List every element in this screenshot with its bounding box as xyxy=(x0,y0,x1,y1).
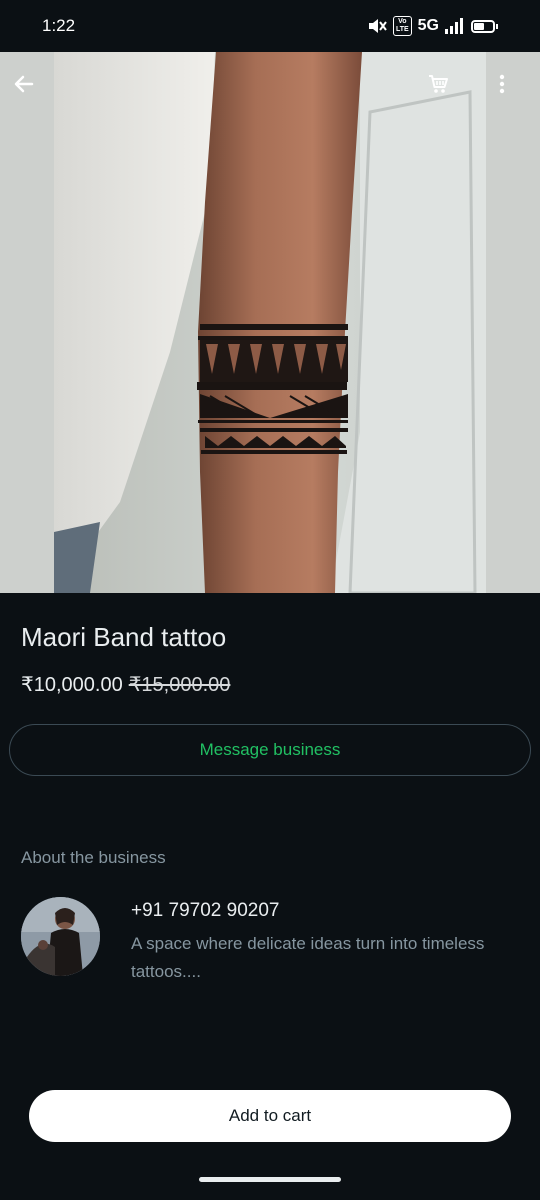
more-options-button[interactable] xyxy=(490,72,530,112)
battery-icon xyxy=(471,19,495,33)
volte-icon: Vo LTE xyxy=(392,16,412,36)
battery-tip xyxy=(496,23,498,29)
mute-icon xyxy=(368,19,387,33)
add-to-cart-button[interactable]: Add to cart xyxy=(29,1090,511,1142)
status-time: 1:22 xyxy=(42,16,76,35)
product-title: Maori Band tattoo xyxy=(21,622,227,652)
business-avatar[interactable] xyxy=(21,897,100,976)
product-image[interactable] xyxy=(0,52,540,593)
back-button[interactable] xyxy=(12,72,52,112)
cart-button[interactable] xyxy=(426,72,466,112)
more-vert-icon xyxy=(499,74,505,94)
business-phone[interactable]: +91 79702 90207 xyxy=(131,900,279,922)
current-price: ₹10,000.00 xyxy=(21,674,123,696)
price-row: ₹10,000.00 ₹15,000.00 xyxy=(21,672,230,697)
signal-icon xyxy=(445,18,463,34)
avatar-photo xyxy=(21,897,100,976)
network-type: 5G xyxy=(417,17,439,34)
tattoo-photo xyxy=(0,52,540,593)
message-business-button[interactable]: Message business xyxy=(9,724,531,776)
home-indicator[interactable] xyxy=(199,1177,341,1182)
business-description: A space where delicate ideas turn into t… xyxy=(131,934,485,981)
cart-icon xyxy=(429,75,448,93)
arrow-left-icon xyxy=(14,75,34,93)
original-price: ₹15,000.00 xyxy=(128,674,231,696)
status-icons: Vo LTE 5G xyxy=(367,16,498,36)
status-bar: 1:22 Vo LTE 5G xyxy=(0,0,540,52)
about-business-heading: About the business xyxy=(21,848,166,867)
